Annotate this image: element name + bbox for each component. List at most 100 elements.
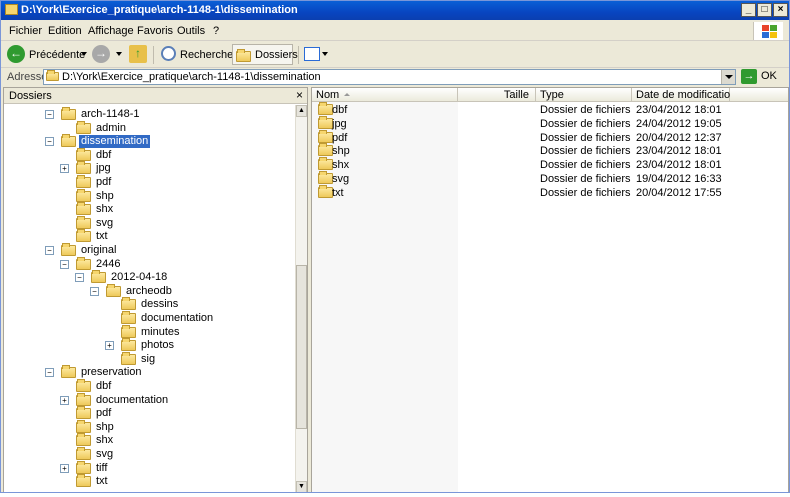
- views-dropdown-icon[interactable]: [322, 52, 328, 56]
- explorer-window: D:\York\Exercice_pratique\arch-1148-1\di…: [0, 0, 790, 493]
- forward-arrow-icon[interactable]: →: [92, 45, 110, 63]
- tree-item[interactable]: shp: [4, 188, 294, 203]
- tree-item[interactable]: shp: [4, 419, 294, 434]
- address-dropdown-icon[interactable]: [721, 70, 735, 84]
- back-dropdown-icon[interactable]: [81, 52, 87, 56]
- folder-icon: [121, 351, 136, 365]
- scroll-down-icon[interactable]: ▼: [296, 481, 307, 492]
- close-button[interactable]: ×: [773, 3, 788, 17]
- folder-icon: [318, 184, 333, 198]
- collapse-icon[interactable]: −: [45, 368, 54, 378]
- tree-item[interactable]: txt: [4, 474, 294, 488]
- column-header-size[interactable]: Taille: [458, 88, 536, 102]
- list-item[interactable]: shp Dossier de fichiers 23/04/2012 18:01: [312, 143, 788, 158]
- views-icon[interactable]: [304, 47, 320, 61]
- tree-item[interactable]: pdf: [4, 175, 294, 189]
- collapse-icon[interactable]: −: [75, 273, 84, 283]
- expand-icon[interactable]: +: [60, 164, 69, 174]
- list-item[interactable]: jpg Dossier de fichiers 24/04/2012 19:05: [312, 115, 788, 131]
- folder-icon: [318, 171, 333, 184]
- tree-item[interactable]: shx: [4, 202, 294, 216]
- collapse-icon[interactable]: −: [45, 246, 54, 255]
- folder-icon: [76, 474, 91, 488]
- tree-item[interactable]: + documentation: [4, 392, 294, 407]
- tree-item[interactable]: − dissemination: [4, 134, 294, 149]
- collapse-icon[interactable]: −: [60, 259, 69, 269]
- tree-item-label: dissemination: [79, 135, 151, 149]
- folder-icon: [121, 311, 136, 324]
- list-item[interactable]: txt Dossier de fichiers 20/04/2012 17:55: [312, 184, 788, 200]
- tree-item[interactable]: svg: [4, 215, 294, 230]
- list-item[interactable]: pdf Dossier de fichiers 20/04/2012 12:37: [312, 129, 788, 145]
- tree-item[interactable]: txt: [4, 229, 294, 243]
- tree-item-label: txt: [96, 475, 108, 488]
- menu-edition[interactable]: Edition: [48, 25, 82, 37]
- menu-favoris[interactable]: Favoris: [137, 25, 173, 37]
- file-type: Dossier de fichiers: [540, 145, 631, 158]
- collapse-icon[interactable]: −: [45, 137, 54, 147]
- scroll-up-icon[interactable]: ▲: [296, 105, 307, 117]
- address-input[interactable]: D:\York\Exercice_pratique\arch-1148-1\di…: [43, 69, 736, 85]
- go-button[interactable]: → OK: [741, 69, 785, 85]
- tree-item[interactable]: − 2012-04-18: [4, 270, 294, 284]
- menu-help[interactable]: ?: [213, 25, 219, 37]
- collapse-icon[interactable]: −: [90, 286, 99, 296]
- address-bar: Adresse D:\York\Exercice_pratique\arch-1…: [1, 68, 789, 86]
- file-name: txt: [332, 186, 344, 199]
- menu-outils[interactable]: Outils: [177, 25, 205, 37]
- expand-icon[interactable]: +: [60, 463, 69, 473]
- expand-icon[interactable]: +: [105, 341, 114, 351]
- tree-item[interactable]: − preservation: [4, 365, 294, 379]
- expand-icon[interactable]: +: [60, 395, 69, 405]
- tree-item[interactable]: − 2446: [4, 256, 294, 271]
- column-header-name[interactable]: Nom: [312, 88, 458, 102]
- list-item[interactable]: dbf Dossier de fichiers 23/04/2012 18:01: [312, 102, 788, 117]
- tree-item[interactable]: documentation: [4, 311, 294, 325]
- tree-item[interactable]: minutes: [4, 324, 294, 339]
- file-name: svg: [332, 173, 350, 185]
- tree-item-label: 2446: [96, 257, 121, 270]
- tree-item[interactable]: − original: [4, 243, 294, 257]
- list-item[interactable]: svg Dossier de fichiers 19/04/2012 16:33: [312, 171, 788, 186]
- tree-item[interactable]: − archeodb: [4, 283, 294, 298]
- tree-item[interactable]: + photos: [4, 338, 294, 352]
- folder-icon: [76, 188, 91, 202]
- tree-item[interactable]: dessins: [4, 297, 294, 311]
- folders-button[interactable]: Dossiers: [255, 45, 298, 65]
- menu-affichage[interactable]: Affichage: [88, 25, 134, 37]
- tree-item-label: svg: [96, 448, 114, 460]
- tree-item[interactable]: pdf: [4, 406, 294, 420]
- up-folder-icon[interactable]: ↑: [129, 45, 147, 63]
- scroll-thumb[interactable]: [296, 265, 307, 429]
- folder-icon: [318, 102, 333, 115]
- column-header-date[interactable]: Date de modification: [632, 88, 736, 102]
- tree-item[interactable]: admin: [4, 120, 294, 135]
- search-icon[interactable]: [161, 46, 176, 61]
- menu-fichier[interactable]: Fichier: [9, 25, 42, 37]
- tree-item[interactable]: dbf: [4, 379, 294, 393]
- list-item[interactable]: shx Dossier de fichiers 23/04/2012 18:01: [312, 157, 788, 172]
- folder-icon: [61, 107, 76, 120]
- collapse-icon[interactable]: −: [45, 110, 54, 119]
- tree-item[interactable]: sig: [4, 351, 294, 366]
- tree-item[interactable]: + jpg: [4, 161, 294, 175]
- tree-item[interactable]: − arch-1148-1: [4, 107, 294, 121]
- close-icon[interactable]: ×: [296, 88, 303, 102]
- maximize-button[interactable]: □: [757, 3, 772, 17]
- forward-dropdown-icon[interactable]: [116, 52, 122, 56]
- tree-item[interactable]: svg: [4, 447, 294, 461]
- back-arrow-icon[interactable]: ←: [7, 45, 25, 63]
- tree-item[interactable]: + tiff: [4, 460, 294, 475]
- column-header-type[interactable]: Type: [536, 88, 632, 102]
- tree-item[interactable]: dbf: [4, 147, 294, 162]
- back-button[interactable]: Précédente: [29, 45, 85, 65]
- file-type: Dossier de fichiers: [540, 186, 631, 199]
- tree-scrollbar[interactable]: ▲ ▼: [295, 105, 307, 492]
- folders-icon[interactable]: [236, 49, 251, 62]
- tree-item-label: shx: [96, 203, 114, 216]
- tree-item[interactable]: shx: [4, 433, 294, 447]
- folder-icon: [76, 229, 91, 243]
- search-button[interactable]: Rechercher: [180, 45, 237, 65]
- minimize-button[interactable]: _: [741, 3, 756, 17]
- title-bar[interactable]: D:\York\Exercice_pratique\arch-1148-1\di…: [1, 1, 789, 20]
